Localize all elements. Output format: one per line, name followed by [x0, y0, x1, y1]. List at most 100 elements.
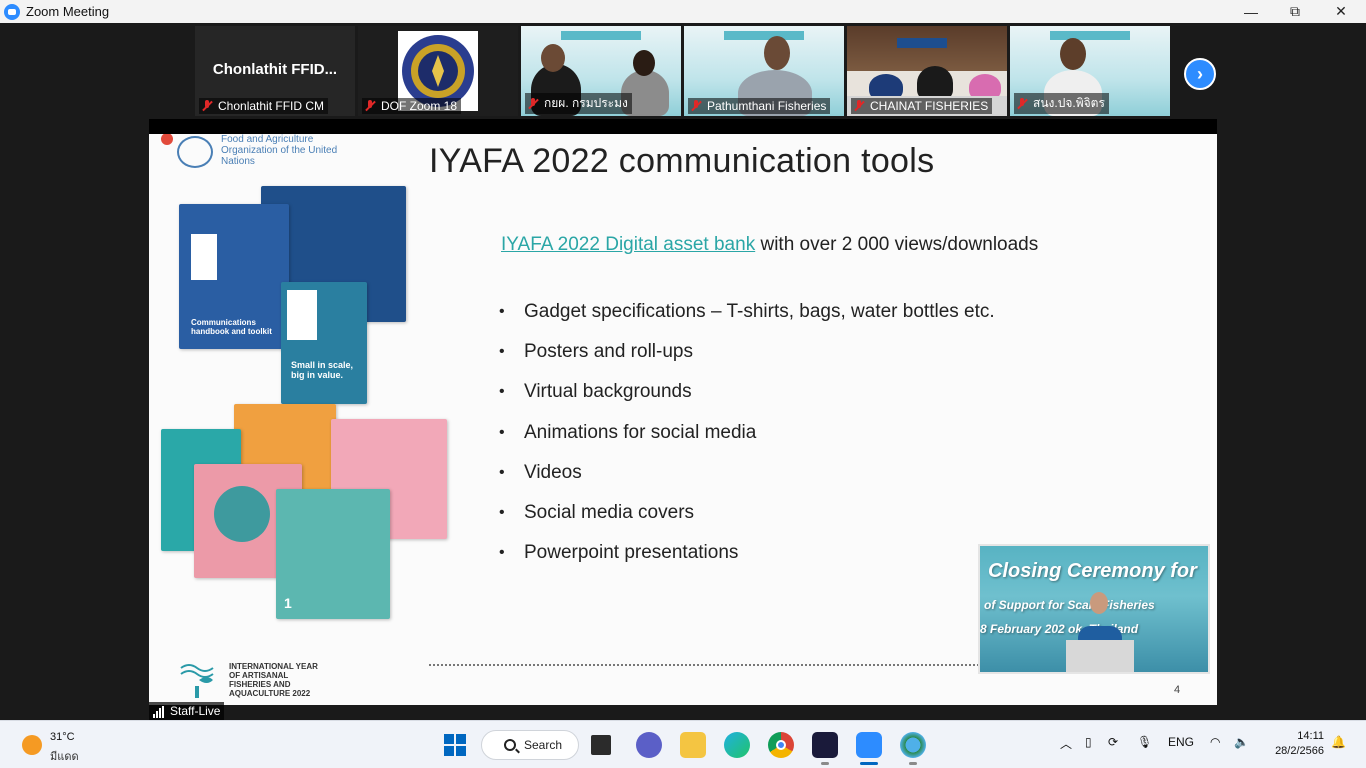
mic-muted-icon [201, 100, 213, 112]
mic-muted-icon [527, 97, 539, 110]
participant-name: Chonlathit FFID CM [218, 99, 325, 113]
list-item: • Posters and roll-ups [499, 341, 693, 363]
list-item: • Gadget specifications – T-shirts, bags,… [499, 301, 995, 323]
meeting-stage: Chonlathit FFID... Chonlathit FFID CM DO… [0, 23, 1366, 720]
chevron-right-icon: › [1197, 63, 1203, 84]
communication-tools-list: • Gadget specifications – T-shirts, bags,… [499, 292, 995, 573]
battery-icon[interactable]: ▯ [1085, 735, 1092, 749]
speaker-icon[interactable]: 🔈 [1234, 735, 1249, 749]
search-label: Search [524, 738, 563, 752]
fao-logo [177, 136, 213, 168]
shared-screen: Food and Agriculture Organization of the… [149, 119, 1217, 705]
participant-tile[interactable]: กยผ. กรมประมง [521, 26, 681, 116]
mic-muted-icon [1016, 97, 1028, 110]
windows-start-icon[interactable] [442, 732, 468, 758]
poster-number: 1 [284, 595, 292, 611]
weather-description[interactable]: มีแดด [50, 747, 79, 765]
iyafa-logo [180, 664, 214, 698]
participant-label: CHAINAT FISHERIES [851, 98, 993, 114]
bullet-icon: • [499, 383, 505, 401]
window-titlebar: Zoom Meeting — ⧉ ✕ [0, 0, 1366, 23]
globe-app-icon[interactable] [900, 732, 926, 758]
participant-name: กยผ. กรมประมง [544, 96, 628, 110]
notification-bell-icon[interactable]: 🔔 [1331, 735, 1346, 749]
mic-muted-icon [690, 100, 702, 112]
weather-temperature[interactable]: 31°C [50, 731, 75, 743]
list-item: • Social media covers [499, 502, 695, 524]
webex-app-icon[interactable] [812, 732, 838, 758]
mic-muted-icon [853, 100, 865, 112]
participant-big-name: Chonlathit FFID... [212, 61, 338, 78]
asset-bank-line: IYAFA 2022 Digital asset bank with over … [501, 234, 1038, 256]
participant-label: Pathumthani Fisheries [688, 98, 831, 114]
wifi-icon[interactable]: ◠ [1210, 735, 1220, 749]
bullet-icon: • [499, 544, 505, 562]
participant-label: Chonlathit FFID CM [199, 98, 329, 114]
participant-label: กยผ. กรมประมง [525, 93, 632, 114]
minimize-button[interactable]: — [1228, 0, 1274, 23]
presentation-slide: Food and Agriculture Organization of the… [149, 134, 1217, 705]
slide-title: IYAFA 2022 communication tools [429, 142, 935, 180]
poster-people-image: 1 [276, 489, 390, 619]
participant-tile[interactable]: Chonlathit FFID... Chonlathit FFID CM [195, 26, 355, 116]
next-participants-button[interactable]: › [1184, 58, 1216, 90]
taskbar-search[interactable]: Search [481, 730, 579, 760]
speaker-video-pip[interactable]: Closing Ceremony for of Support for Scal… [978, 544, 1210, 674]
close-button[interactable]: ✕ [1318, 0, 1364, 23]
list-item: • Videos [499, 461, 582, 483]
participant-tile[interactable]: สนง.ปจ.พิจิตร [1010, 26, 1170, 116]
window-title: Zoom Meeting [26, 4, 110, 19]
taskbar: 31°C มีแดด Search ︿ ▯ ⟳ 🎙 ENG ◠ 🔈 14:11 … [0, 720, 1366, 768]
sun-icon[interactable] [22, 735, 42, 755]
teams-chat-icon[interactable] [636, 732, 662, 758]
participant-tile[interactable]: CHAINAT FISHERIES [847, 26, 1007, 116]
staff-live-label: Staff-Live [170, 704, 221, 718]
participant-label: DOF Zoom 18 [362, 98, 462, 114]
task-view-icon[interactable] [591, 735, 611, 755]
fao-organization-text: Food and Agriculture Organization of the… [221, 134, 338, 167]
record-indicator-icon [161, 134, 173, 145]
slide-page-number: 4 [1174, 684, 1181, 696]
search-icon [504, 739, 516, 751]
taskbar-clock[interactable]: 14:11 28/2/2566 [1268, 729, 1324, 759]
participant-name: CHAINAT FISHERIES [870, 99, 989, 113]
handbook-cover-image: Communications handbook and toolkit [179, 204, 289, 349]
bullet-icon: • [499, 504, 505, 522]
participant-tile[interactable]: DOF Zoom 18 [358, 26, 518, 116]
clock-date: 28/2/2566 [1275, 745, 1324, 757]
participant-name: สนง.ปจ.พิจิตร [1033, 96, 1105, 110]
language-indicator[interactable]: ENG [1168, 735, 1194, 749]
asset-bank-description: with over 2 000 views/downloads [755, 234, 1039, 255]
staff-live-indicator[interactable]: Staff-Live [149, 702, 225, 720]
maximize-button[interactable]: ⧉ [1272, 0, 1318, 23]
zoom-app-icon [4, 3, 20, 20]
participant-label: สนง.ปจ.พิจิตร [1014, 93, 1109, 114]
bullet-icon: • [499, 303, 505, 321]
list-item: • Powerpoint presentations [499, 542, 739, 564]
iyafa-logo-text: INTERNATIONAL YEAR OF ARTISANAL FISHERIE… [229, 662, 318, 698]
edge-browser-icon[interactable] [724, 732, 750, 758]
mic-muted-icon [364, 100, 376, 112]
show-hidden-icons-chevron-up-icon[interactable]: ︿ [1060, 735, 1072, 752]
sync-icon[interactable]: ⟳ [1108, 735, 1118, 749]
participant-name: Pathumthani Fisheries [707, 99, 827, 113]
participant-tile[interactable]: Pathumthani Fisheries [684, 26, 844, 116]
small-scale-cover-text: Small in scale, big in value. [291, 360, 354, 380]
asset-bank-link[interactable]: IYAFA 2022 Digital asset bank [501, 234, 755, 255]
chrome-browser-icon[interactable] [768, 732, 794, 758]
list-item: • Virtual backgrounds [499, 381, 692, 403]
participant-name: DOF Zoom 18 [381, 99, 458, 113]
pip-banner-line-1: Closing Ceremony for [988, 560, 1197, 582]
signal-bars-icon [153, 706, 165, 718]
file-explorer-icon[interactable] [680, 732, 706, 758]
small-scale-cover-image: Small in scale, big in value. [281, 282, 367, 404]
zoom-taskbar-icon[interactable] [856, 732, 882, 758]
clock-time: 14:11 [1297, 730, 1324, 742]
list-item: • Animations for social media [499, 421, 757, 443]
handbook-cover-text: Communications handbook and toolkit [191, 318, 272, 336]
microphone-icon[interactable]: 🎙 [1137, 735, 1152, 749]
bullet-icon: • [499, 343, 505, 361]
bullet-icon: • [499, 463, 505, 481]
participant-strip: Chonlathit FFID... Chonlathit FFID CM DO… [0, 26, 1366, 116]
podium [1066, 640, 1134, 672]
